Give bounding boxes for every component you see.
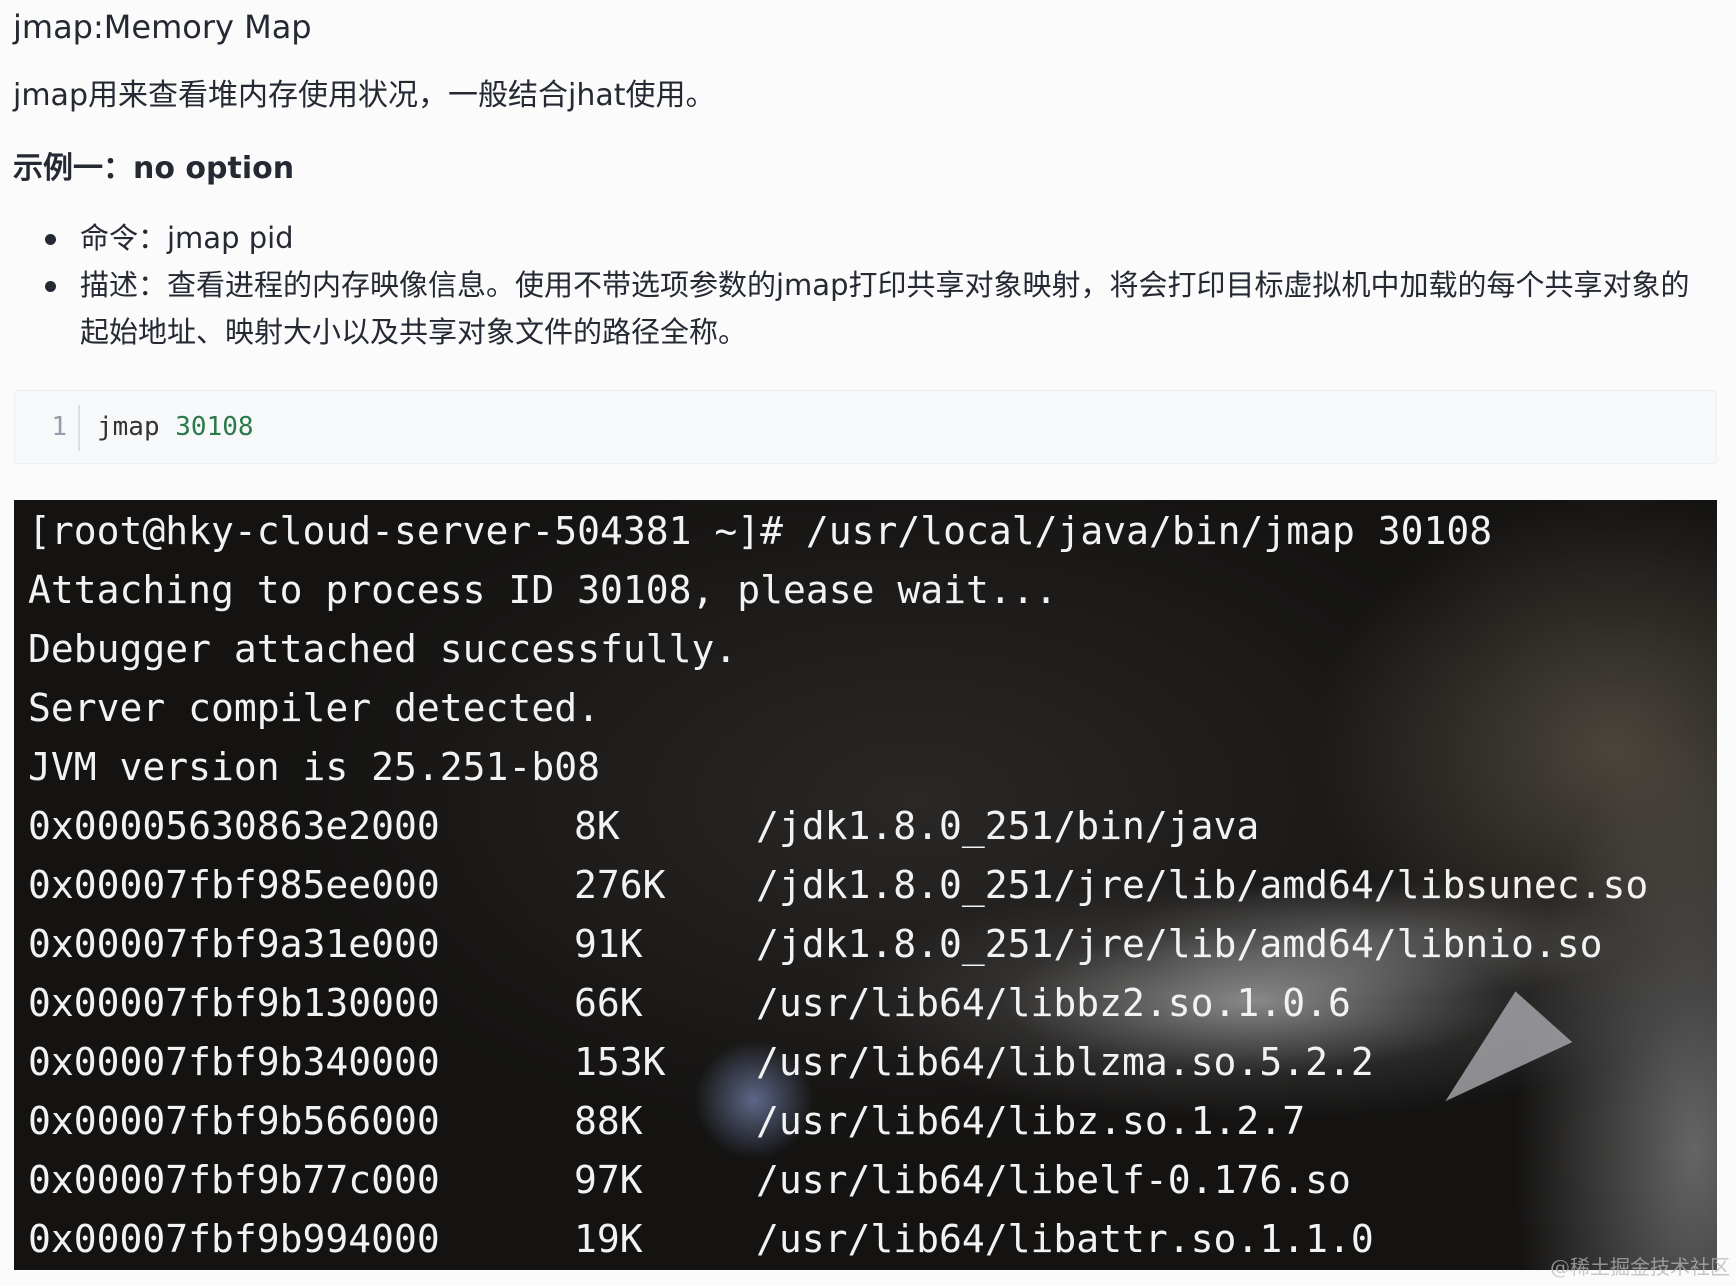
mapping-path: /jdk1.8.0_251/jre/lib/amd64/libsunec.so [756, 863, 1649, 907]
code-block[interactable]: 1 jmap 30108 [14, 390, 1717, 464]
mapping-address: 0x00007fbf9a31e000 [28, 922, 440, 966]
mapping-path: /jdk1.8.0_251/bin/java [756, 804, 1260, 848]
mapping-address: 0x00007fbf9b340000 [28, 1040, 440, 1084]
mapping-address: 0x00007fbf9b130000 [28, 981, 440, 1025]
mapping-size: 97K [574, 1158, 643, 1202]
mapping-path: /usr/lib64/libattr.so.1.1.0 [756, 1217, 1374, 1261]
list-item-text: 命令：jmap pid [80, 221, 294, 255]
mapping-address: 0x00007fbf985ee000 [28, 863, 440, 907]
line-number: 1 [51, 412, 67, 442]
section-heading: jmap:Memory Map [13, 8, 312, 46]
mapping-size: 153K [574, 1040, 666, 1084]
mapping-row: 0x00007fbf9a31e000 91K/jdk1.8.0_251/jre/l… [28, 915, 1648, 974]
mapping-row: 0x00007fbf9b566000 88K/usr/lib64/libz.so.… [28, 1092, 1648, 1151]
mapping-size: 91K [574, 922, 643, 966]
mapping-address: 0x00007fbf9b994000 [28, 1217, 440, 1261]
mapping-row: 0x00005630863e2000 8K/jdk1.8.0_251/bin/ja… [28, 797, 1648, 856]
mapping-row: 0x00007fbf9b77c000 97K/usr/lib64/libelf-0… [28, 1151, 1648, 1210]
mapping-path: /usr/lib64/liblzma.so.5.2.2 [756, 1040, 1374, 1084]
gutter-divider [78, 405, 80, 451]
terminal-line: Server compiler detected. [28, 686, 600, 730]
mapping-path: /jdk1.8.0_251/jre/lib/amd64/libnio.so [756, 922, 1603, 966]
code-line[interactable]: jmap 30108 [97, 409, 254, 445]
terminal-screenshot: [root@hky-cloud-server-504381 ~]# /usr/l… [14, 500, 1717, 1270]
mapping-address: 0x00005630863e2000 [28, 804, 440, 848]
terminal-line: Attaching to process ID 30108, please wa… [28, 568, 1058, 612]
terminal-line: Debugger attached successfully. [28, 627, 738, 671]
mapping-path: /usr/lib64/libelf-0.176.so [756, 1158, 1351, 1202]
mapping-size: 19K [574, 1217, 643, 1261]
mapping-path: /usr/lib64/libbz2.so.1.0.6 [756, 981, 1351, 1025]
list-item: 描述：查看进程的内存映像信息。使用不带选项参数的jmap打印共享对象映射，将会打… [0, 262, 1700, 356]
list-item: 命令：jmap pid [0, 215, 1700, 262]
watermark: @稀土掘金技术社区 [1550, 1255, 1730, 1279]
mapping-path: /usr/lib64/libz.so.1.2.7 [756, 1099, 1306, 1143]
mapping-size: 66K [574, 981, 643, 1025]
terminal-output: [root@hky-cloud-server-504381 ~]# /usr/l… [28, 502, 1648, 1269]
mapping-row: 0x00007fbf9b340000 153K/usr/lib64/liblzma… [28, 1033, 1648, 1092]
intro-paragraph: jmap用来查看堆内存使用状况，一般结合jhat使用。 [13, 78, 716, 113]
mapping-size: 8K [574, 804, 620, 848]
mapping-size: 276K [574, 863, 666, 907]
bullet-dot-icon [45, 281, 56, 292]
mapping-address: 0x00007fbf9b566000 [28, 1099, 440, 1143]
code-argument: 30108 [175, 412, 254, 442]
terminal-line: JVM version is 25.251-b08 [28, 745, 600, 789]
list-item-text: 描述：查看进程的内存映像信息。使用不带选项参数的jmap打印共享对象映射，将会打… [80, 268, 1690, 349]
mapping-row: 0x00007fbf985ee000 276K/jdk1.8.0_251/jre/… [28, 856, 1648, 915]
mapping-size: 88K [574, 1099, 643, 1143]
bullet-list: 命令：jmap pid 描述：查看进程的内存映像信息。使用不带选项参数的jmap… [0, 215, 1700, 356]
mapping-row: 0x00007fbf9b130000 66K/usr/lib64/libbz2.s… [28, 974, 1648, 1033]
bullet-dot-icon [45, 234, 56, 245]
example-title: 示例一：no option [13, 151, 295, 186]
code-command: jmap [97, 412, 160, 442]
mapping-row: 0x00007fbf9b994000 19K/usr/lib64/libattr.… [28, 1210, 1648, 1269]
terminal-line: [root@hky-cloud-server-504381 ~]# /usr/l… [28, 509, 1493, 553]
mapping-address: 0x00007fbf9b77c000 [28, 1158, 440, 1202]
